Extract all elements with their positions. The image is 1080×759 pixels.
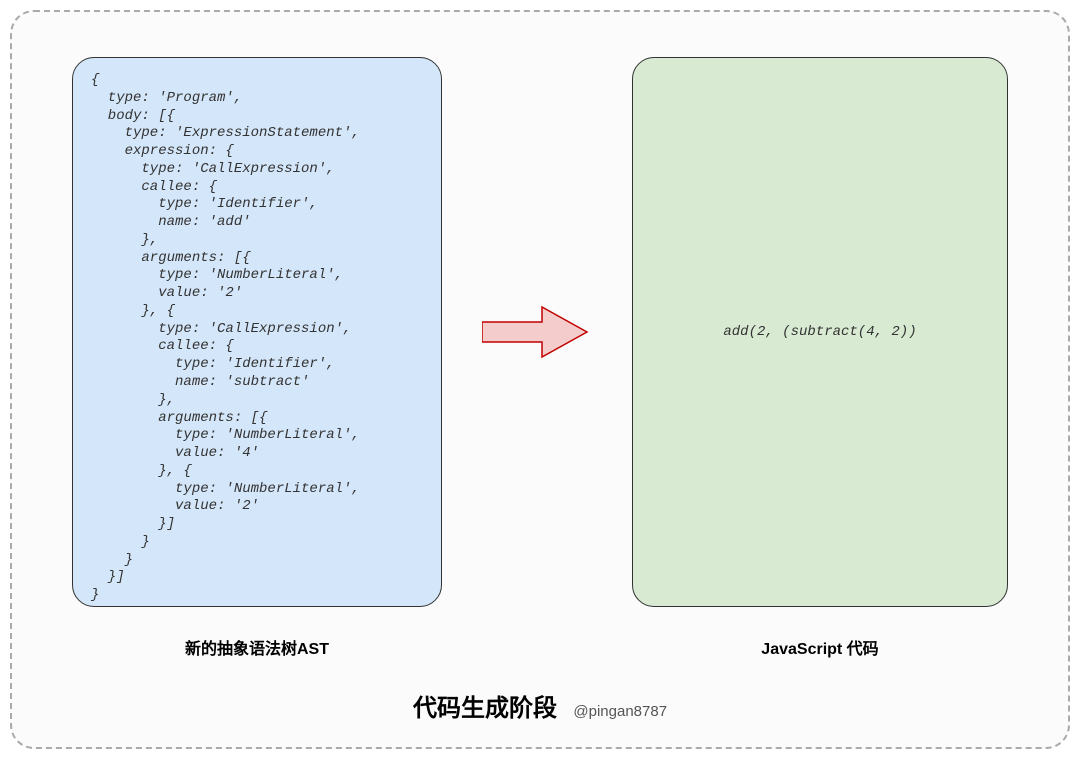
arrow-right-icon	[482, 302, 592, 362]
js-label: JavaScript 代码	[632, 635, 1008, 659]
ast-label: 新的抽象语法树AST	[72, 635, 442, 659]
panel-labels: 新的抽象语法树AST JavaScript 代码	[12, 635, 1068, 659]
arrow-container	[452, 302, 622, 362]
footer-title: 代码生成阶段	[413, 688, 557, 723]
footer-author: @pingan8787	[573, 703, 667, 720]
js-code-text: add(2, (subtract(4, 2))	[723, 324, 916, 340]
js-code-panel: add(2, (subtract(4, 2))	[632, 57, 1008, 607]
diagram-content: { type: 'Program', body: [{ type: 'Expre…	[12, 12, 1068, 627]
footer: 代码生成阶段 @pingan8787	[12, 688, 1068, 723]
ast-panel: { type: 'Program', body: [{ type: 'Expre…	[72, 57, 442, 607]
diagram-container: { type: 'Program', body: [{ type: 'Expre…	[10, 10, 1070, 749]
